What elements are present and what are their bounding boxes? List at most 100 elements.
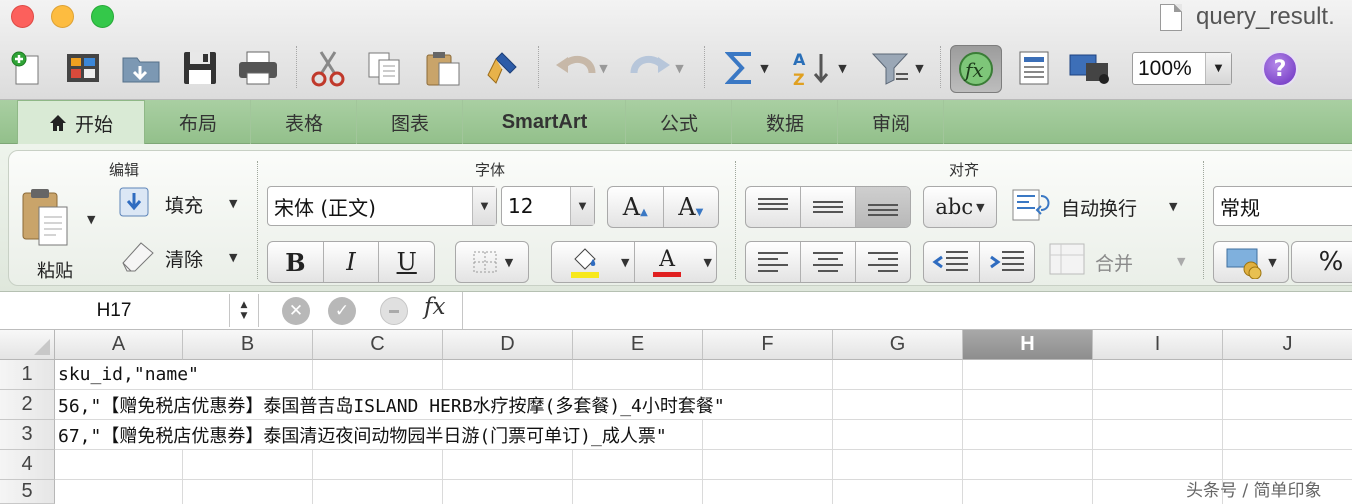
close-window-button[interactable] (11, 5, 34, 28)
svg-text:fx: fx (963, 58, 984, 82)
copy-icon[interactable] (362, 46, 406, 90)
borders-button[interactable]: ▼ (455, 241, 529, 283)
fill-color-button[interactable] (552, 245, 617, 279)
column-header-b[interactable]: B (183, 330, 313, 360)
orientation-button[interactable]: abc ▼ (923, 186, 997, 228)
autosum-icon[interactable]: ▼ (716, 46, 778, 90)
align-bottom-button[interactable] (856, 187, 910, 227)
tab-review[interactable]: 审阅 (839, 100, 944, 144)
increase-indent-button[interactable] (980, 249, 1035, 275)
maximize-window-button[interactable] (91, 5, 114, 28)
row-header-4[interactable]: 4 (0, 450, 55, 480)
column-header-e[interactable]: E (573, 330, 703, 360)
fill-button[interactable]: 填充 ▼ (117, 185, 245, 225)
eraser-icon (122, 242, 154, 272)
align-top-button[interactable] (746, 197, 800, 217)
open-icon[interactable] (118, 46, 164, 90)
percent-button[interactable]: % (1291, 241, 1352, 283)
shrink-font-button[interactable]: A▼ (664, 193, 719, 221)
column-header-i[interactable]: I (1093, 330, 1223, 360)
font-color-button[interactable]: A (635, 247, 700, 277)
font-size-select[interactable]: 12 ▼ (501, 186, 595, 226)
column-header-j[interactable]: J (1223, 330, 1352, 360)
column-header-a[interactable]: A (55, 330, 183, 360)
text-style-buttons: B I U (267, 241, 435, 283)
select-all-corner[interactable] (0, 330, 55, 360)
italic-button[interactable]: I (324, 248, 379, 276)
toolbar-separator (704, 46, 705, 88)
cancel-formula-icon[interactable]: ✕ (282, 297, 310, 325)
row-header-2[interactable]: 2 (0, 390, 55, 420)
tab-tables[interactable]: 表格 (252, 100, 357, 144)
tab-charts[interactable]: 图表 (358, 100, 463, 144)
wrap-text-button[interactable]: 自动换行 ▼ (1011, 186, 1189, 228)
cell-a1[interactable]: sku_id,"name" (58, 360, 201, 389)
redo-icon[interactable]: ▼ (624, 46, 690, 90)
media-browser-icon[interactable] (1066, 46, 1116, 90)
sort-icon[interactable]: A Z ▼ (784, 46, 854, 90)
ribbon: 编辑 ▼ 粘贴 填充 ▼ 清除 ▼ 字体 宋体 (正文) ▼ 12 ▼ A▲ A… (0, 144, 1352, 292)
chevron-down-icon: ▼ (87, 213, 96, 226)
merge-button[interactable]: 合并 ▼ (1047, 241, 1193, 283)
underline-button[interactable]: U (379, 248, 434, 276)
decrease-indent-button[interactable] (924, 249, 979, 275)
minimize-window-button[interactable] (51, 5, 74, 28)
chevron-down-icon: ▼ (504, 255, 514, 269)
bold-button[interactable]: B (268, 248, 323, 277)
column-header-d[interactable]: D (443, 330, 573, 360)
new-icon[interactable] (8, 46, 46, 90)
align-left-button[interactable] (746, 250, 800, 274)
print-icon[interactable] (234, 46, 282, 90)
paste-icon[interactable] (420, 46, 466, 90)
grow-font-button[interactable]: A▲ (608, 193, 663, 221)
tab-layout[interactable]: 布局 (146, 100, 251, 144)
percent-label: % (1318, 247, 1344, 277)
fx-icon[interactable]: fx (424, 294, 445, 320)
zoom-select[interactable]: 100% ▼ (1132, 52, 1232, 85)
align-middle-button[interactable] (801, 197, 855, 217)
accounting-format-button[interactable]: ▼ (1213, 241, 1289, 283)
toolbox-icon[interactable] (1012, 46, 1056, 90)
chevron-down-icon: ▼ (621, 255, 630, 269)
column-header-f[interactable]: F (703, 330, 833, 360)
name-box[interactable]: H17 (0, 292, 228, 329)
font-name-select[interactable]: 宋体 (正文) ▼ (267, 186, 497, 226)
align-right-button[interactable] (856, 250, 910, 274)
home-icon (49, 115, 66, 131)
formula-builder-icon[interactable]: fx (950, 45, 1002, 93)
help-icon[interactable]: ? (1262, 51, 1298, 87)
format-painter-icon[interactable] (480, 46, 524, 90)
title-bar: query_result. ▼ ▼ ▼ A Z ▼ ▼ fx 100% ▼ ? (0, 0, 1352, 100)
column-header-c[interactable]: C (313, 330, 443, 360)
clear-button[interactable]: 清除 ▼ (117, 239, 245, 279)
name-box-stepper[interactable]: ▲ ▼ (229, 294, 259, 327)
group-separator (257, 161, 258, 279)
column-header-h[interactable]: H (963, 330, 1093, 360)
number-format-select[interactable]: 常规 (1213, 186, 1352, 226)
formula-divider (462, 292, 463, 329)
paste-button[interactable]: ▼ (19, 185, 99, 253)
fill-color-icon (570, 248, 599, 278)
tab-home[interactable]: 开始 (17, 100, 145, 145)
tab-data[interactable]: 数据 (733, 100, 838, 144)
row-header-5[interactable]: 5 (0, 480, 55, 504)
conditional-icon[interactable] (380, 297, 408, 325)
align-center-button[interactable] (801, 250, 855, 274)
save-icon[interactable] (178, 46, 222, 90)
filter-icon[interactable]: ▼ (864, 46, 930, 90)
toolbar-separator (296, 46, 297, 88)
tab-formulas[interactable]: 公式 (627, 100, 732, 144)
cut-icon[interactable] (306, 46, 350, 90)
undo-icon[interactable]: ▼ (548, 46, 614, 90)
merge-icon (1049, 243, 1085, 275)
cell-a2[interactable]: 56,"【赠免税店优惠券】泰国普吉岛ISLAND HERB水疗按摩(多套餐)_4… (58, 390, 727, 419)
font-size-buttons: A▲ A▼ (607, 186, 719, 228)
tab-smartart[interactable]: SmartArt (464, 100, 626, 144)
row-header-3[interactable]: 3 (0, 420, 55, 450)
templates-icon[interactable] (60, 46, 106, 90)
borders-icon (473, 251, 497, 273)
column-header-g[interactable]: G (833, 330, 963, 360)
cell-a3[interactable]: 67,"【赠免税店优惠券】泰国清迈夜间动物园半日游(门票可单订)_成人票" (58, 420, 669, 449)
row-header-1[interactable]: 1 (0, 360, 55, 390)
accept-formula-icon[interactable]: ✓ (328, 297, 356, 325)
